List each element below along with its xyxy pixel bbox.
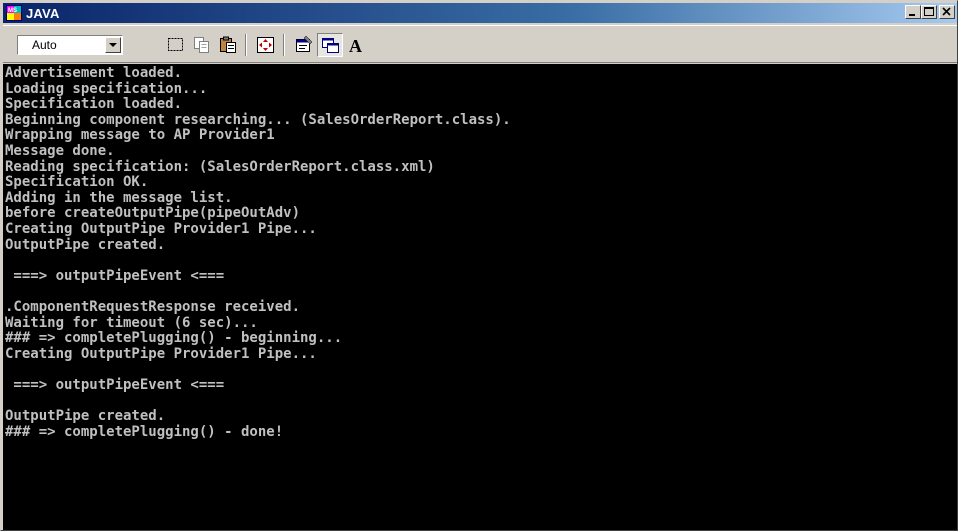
svg-text:MS: MS [8,8,17,14]
copy-icon [194,37,209,53]
console-line: Beginning component researching... (Sale… [5,111,511,128]
copy-button[interactable] [189,33,215,57]
chevron-down-icon [109,43,117,47]
properties-icon [296,36,313,52]
console-line: .ComponentRequestResponse received. [5,298,301,315]
paste-button[interactable] [215,33,241,57]
console-line: ### => completePlugging() - done! [5,423,284,440]
background-icon [322,38,339,53]
maximize-icon [924,7,934,16]
font-icon: A [349,36,362,54]
console-line: Loading specification... [5,80,208,97]
svg-text:A: A [349,36,362,54]
console-line: Creating OutputPipe Provider1 Pipe... [5,220,317,237]
console-output[interactable]: Advertisement loaded. Loading specificati… [3,64,957,530]
background-button[interactable] [317,33,343,57]
console-line: Wrapping message to AP Provider1 [5,127,275,144]
toolbar-separator [245,34,247,56]
ms-dos-icon[interactable]: MS [6,5,22,21]
console-window: MS JAVA Auto A Advertisement loaded. Loa… [0,0,958,531]
console-line: Creating OutputPipe Provider1 Pipe... [5,345,317,362]
console-line: ===> outputPipeEvent <=== [5,267,225,284]
console-line: Waiting for timeout (6 sec)... [5,314,258,331]
console-line: OutputPipe created. [5,236,166,253]
console-line: Message done. [5,142,115,159]
console-line: Adding in the message list. [5,189,233,206]
fullscreen-button[interactable] [253,33,279,57]
close-button[interactable] [939,5,955,19]
mark-button[interactable] [163,33,189,57]
close-icon [942,7,951,16]
maximize-button[interactable] [921,5,937,19]
window-title: JAVA [26,5,60,21]
minimize-button[interactable] [905,5,921,19]
properties-button[interactable] [291,33,317,57]
toolbar-separator [283,34,285,56]
console-lines: Advertisement loaded. Loading specificati… [5,65,511,440]
fullscreen-icon [257,37,274,53]
mark-icon [168,38,183,51]
title-bar[interactable]: MS JAVA [3,3,957,23]
console-line: ===> outputPipeEvent <=== [5,376,225,393]
toolbar: Auto A [3,25,957,63]
console-line: before createOutputPipe(pipeOutAdv) [5,205,301,222]
console-line: Advertisement loaded. [5,65,183,81]
minimize-icon [909,14,915,16]
window-controls [905,5,955,19]
console-line: Reading specification: (SalesOrderReport… [5,158,435,175]
console-line: Specification loaded. [5,96,183,113]
font-button[interactable]: A [343,33,369,57]
font-size-select[interactable]: Auto [17,35,123,55]
console-line: ### => completePlugging() - beginning... [5,330,343,347]
font-size-value: Auto [32,38,57,52]
console-line: OutputPipe created. [5,408,166,425]
console-line: Specification OK. [5,174,149,191]
paste-icon [220,36,236,53]
font-size-dropdown-button[interactable] [105,37,121,53]
